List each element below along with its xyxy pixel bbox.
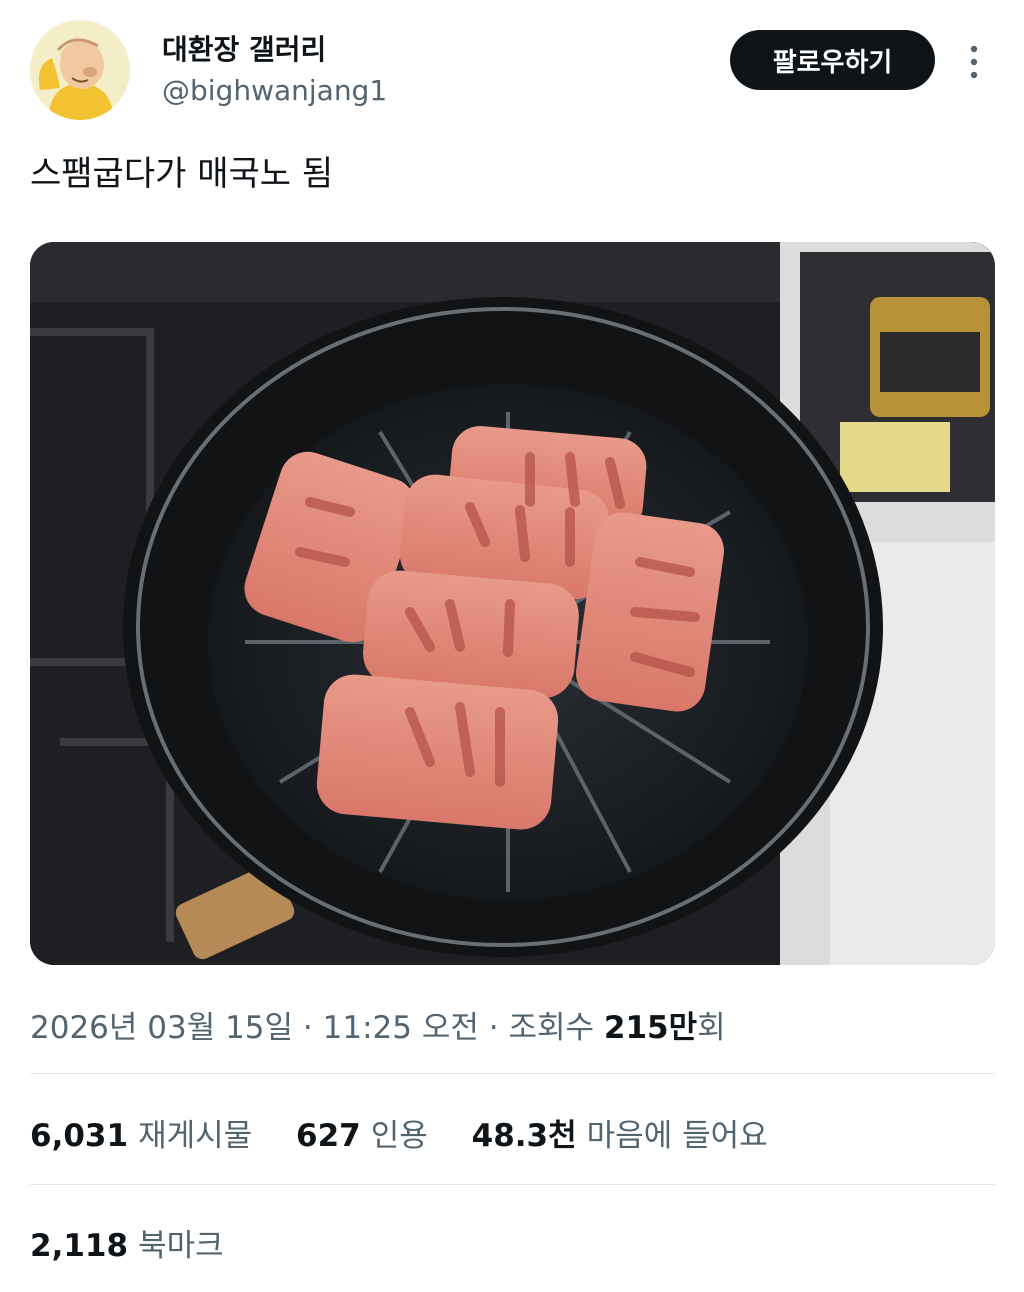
bookmarks-count: 2,118 [30, 1228, 129, 1264]
tweet-meta: 2026년 03월 15일 · 11:25 오전 · 조회수 215만회 [30, 1002, 726, 1047]
more-vertical-icon[interactable] [966, 44, 982, 80]
views-prefix: 조회수 [508, 1010, 595, 1046]
likes-stat[interactable]: 48.3천 마음에 들어요 [472, 1110, 768, 1155]
meta-separator: · [302, 1010, 313, 1046]
tweet-date[interactable]: 2026년 03월 15일 [30, 1010, 293, 1046]
views-count: 215만 [603, 1010, 698, 1046]
tweet-text: 스팸굽다가 매국노 됨 [30, 154, 334, 194]
quotes-count: 627 [296, 1118, 361, 1154]
likes-label: 마음에 들어요 [586, 1118, 768, 1154]
divider [30, 1073, 995, 1074]
retweets-label: 재게시물 [138, 1118, 253, 1154]
tweet-header: 대환장 갤러리 @bighwanjang1 팔로우하기 [30, 20, 994, 120]
tweet-time[interactable]: 11:25 오전 [323, 1010, 479, 1046]
quotes-stat[interactable]: 627 인용 [296, 1110, 428, 1155]
avatar-cartoon-person-icon [30, 20, 130, 120]
likes-count: 48.3천 [471, 1118, 577, 1154]
divider [30, 1184, 995, 1185]
retweets-count: 6,031 [30, 1118, 129, 1154]
engagement-stats: 6,031 재게시물 627 인용 48.3천 마음에 들어요 [30, 1110, 802, 1155]
tweet-photo[interactable] [30, 242, 995, 965]
avatar[interactable] [30, 20, 130, 120]
display-name[interactable]: 대환장 갤러리 [162, 28, 326, 68]
quotes-label: 인용 [370, 1118, 428, 1154]
bookmarks-label: 북마크 [138, 1228, 224, 1264]
follow-button[interactable]: 팔로우하기 [730, 30, 935, 90]
views-suffix: 회 [697, 1010, 726, 1046]
user-handle[interactable]: @bighwanjang1 [162, 74, 387, 107]
retweets-stat[interactable]: 6,031 재게시물 [30, 1110, 252, 1155]
frying-pan-spam-image [30, 242, 995, 965]
bookmarks-stat[interactable]: 2,118 북마크 [30, 1220, 224, 1265]
meta-separator: · [488, 1010, 499, 1046]
